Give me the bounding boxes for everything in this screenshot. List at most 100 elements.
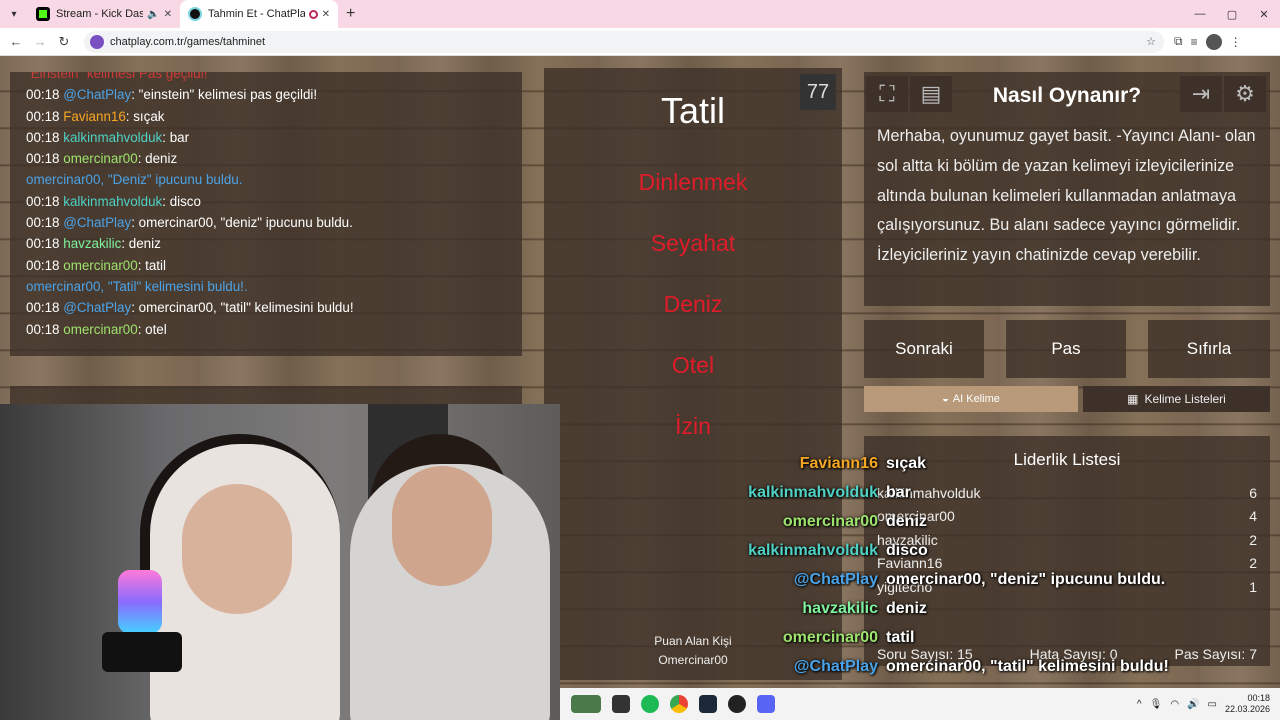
obs-icon[interactable] <box>728 695 746 713</box>
chat-text: : otel <box>137 321 167 337</box>
chat-text: "Deniz" ipucunu buldu. <box>104 172 243 188</box>
taboo-word: Otel <box>671 352 715 378</box>
chat-text: : bar <box>162 129 190 145</box>
forward-icon[interactable]: → <box>28 34 52 49</box>
clock[interactable]: 00:18 22.03.2026 <box>1225 693 1270 715</box>
bookmark-star-icon[interactable]: ☆ <box>1146 35 1156 48</box>
overlay-username: havzakilic <box>802 600 878 617</box>
spotify-icon[interactable] <box>641 695 659 713</box>
overlay-username: Faviann16 <box>799 455 878 472</box>
chat-text: "Tatil" kelimesini buldu!. <box>104 278 248 294</box>
chat-username[interactable]: @ChatPlay <box>63 87 131 102</box>
chat-text: : disco <box>162 193 201 209</box>
tray-chevron-icon[interactable]: ^ <box>1137 699 1142 710</box>
overlay-username: kalkinmahvolduk <box>748 484 878 501</box>
close-button[interactable]: ✕ <box>1248 8 1280 21</box>
chat-text: : sıçak <box>125 108 165 124</box>
wifi-icon[interactable]: ◠ <box>1170 699 1179 710</box>
discord-icon[interactable] <box>757 695 775 713</box>
next-button[interactable]: Sonraki <box>864 320 984 378</box>
chat-username[interactable]: @ChatPlay <box>63 300 131 315</box>
chat-username[interactable]: @ChatPlay <box>63 215 131 230</box>
help-text: Merhaba, oyunumuz gayet basit. -Yayıncı … <box>877 127 1256 265</box>
chat-username[interactable]: omercinar00 <box>63 322 137 337</box>
ai-icon: ◒ <box>942 393 949 405</box>
overlay-chat-line: omercinar00 tatil <box>560 628 1200 648</box>
kick-favicon-icon <box>36 7 50 21</box>
chat-username[interactable]: omercinar00 <box>63 258 137 273</box>
window-controls: — ▢ ✕ <box>1184 0 1280 28</box>
lamp-image <box>118 570 162 634</box>
maximize-button[interactable]: ▢ <box>1216 8 1248 21</box>
ai-word-label: AI Kelime <box>952 393 1000 405</box>
menu-icon[interactable]: ⋮ <box>1230 35 1242 49</box>
widget-icon[interactable] <box>571 695 601 713</box>
chat-username[interactable]: kalkinmahvolduk <box>63 194 162 209</box>
site-info-icon[interactable] <box>90 34 104 49</box>
chatplay-favicon-icon <box>188 7 202 21</box>
extensions-icon[interactable]: ⧉ <box>1174 34 1183 49</box>
chrome-icon[interactable] <box>670 695 688 713</box>
chat-text: : deniz <box>121 236 161 252</box>
fullscreen-icon[interactable]: ⛶ <box>866 76 908 112</box>
chat-username[interactable]: havzakilic <box>63 236 121 251</box>
media-icon[interactable]: ≡ <box>1191 35 1198 49</box>
chat-username[interactable]: omercinar00, <box>26 172 104 187</box>
chat-username[interactable]: omercinar00, <box>26 279 104 294</box>
chat-message: 00:18 omercinar00: tatil <box>26 257 166 273</box>
tab-search-icon[interactable]: ▾ <box>0 0 28 28</box>
help-title: Nasıl Oynanır? <box>992 84 1142 107</box>
list-icon: ▦ <box>1127 392 1139 406</box>
tab-chatplay[interactable]: Tahmin Et - ChatPlay ✕ <box>180 0 338 28</box>
folder-icon[interactable] <box>612 695 630 713</box>
overlay-username: omercinar00 <box>782 629 878 646</box>
chat-message: 00:18 havzakilic: deniz <box>26 236 161 252</box>
chat-line-cut: "Einstein" kelimesi Pas geçildi! <box>26 72 208 81</box>
ai-word-button[interactable]: ◒ AI Kelime <box>864 386 1078 412</box>
taboo-word: Deniz <box>663 291 723 317</box>
chat-username[interactable]: Faviann16 <box>63 109 126 124</box>
pass-button[interactable]: Pas <box>1006 320 1126 378</box>
tab-kick-dashboard[interactable]: Stream - Kick Dashboard 🔈 ✕ <box>28 0 180 28</box>
streamer-panel <box>10 386 522 406</box>
taboo-word: Seyahat <box>650 230 736 256</box>
overlay-username: kalkinmahvolduk <box>748 542 878 559</box>
overlay-chat-line: @ChatPlay omercinar00, "deniz" ipucunu bu… <box>560 570 1200 590</box>
exit-icon[interactable]: ⇥ <box>1180 76 1222 112</box>
tab-close-icon[interactable]: ✕ <box>164 9 172 20</box>
gear-icon[interactable]: ⚙ <box>1224 76 1266 112</box>
word-lists-button[interactable]: ▦ Kelime Listeleri <box>1083 386 1270 412</box>
chat-system-message: omercinar00, "Deniz" ipucunu buldu. <box>26 169 506 190</box>
notes-icon[interactable]: ▤ <box>910 76 952 112</box>
chat-username[interactable]: kalkinmahvolduk <box>63 130 162 145</box>
volume-icon[interactable]: 🔊 <box>1187 699 1199 710</box>
overlay-message: tatil <box>886 629 915 646</box>
reload-icon[interactable]: ↻ <box>52 34 76 50</box>
minimize-button[interactable]: — <box>1184 8 1216 20</box>
overlay-chat-line: Faviann16 sıçak <box>560 454 1200 474</box>
chat-text: : tatil <box>137 257 166 273</box>
battery-icon[interactable]: ▭ <box>1208 699 1217 710</box>
reset-button[interactable]: Sıfırla <box>1148 320 1270 378</box>
chat-text: : "einstein" kelimesi pas geçildi! <box>131 87 318 103</box>
overlay-chat-line: omercinar00 deniz <box>560 512 1200 532</box>
overlay-message: omercinar00, "tatil" kelimesini buldu! <box>886 658 1169 675</box>
steam-icon[interactable] <box>699 695 717 713</box>
chat-panel: "Einstein" kelimesi Pas geçildi! 00:18 @… <box>10 72 522 356</box>
overlay-chat-line: @ChatPlay omercinar00, "tatil" kelimesini… <box>560 657 1200 677</box>
chat-message: 00:18 omercinar00: otel <box>26 321 167 337</box>
mic-icon[interactable]: 🎙 <box>1150 699 1163 710</box>
chat-messages: 00:18 @ChatPlay: "einstein" kelimesi pas… <box>26 84 506 340</box>
taskbar: ^ 🎙 ◠ 🔊 ▭ 00:18 22.03.2026 <box>560 688 1280 720</box>
chat-message: 00:18 kalkinmahvolduk: bar <box>26 129 190 145</box>
new-tab-button[interactable]: + <box>346 5 355 23</box>
chat-message: 00:18 @ChatPlay: "einstein" kelimesi pas… <box>26 87 318 103</box>
back-icon[interactable]: ← <box>4 34 28 49</box>
tab-close-icon[interactable]: ✕ <box>322 9 330 20</box>
tab-title: Stream - Kick Dashboard <box>56 8 144 20</box>
chat-username[interactable]: omercinar00 <box>63 151 137 166</box>
url-field[interactable]: chatplay.com.tr/games/tahminet ☆ <box>84 30 1164 53</box>
speaker-icon[interactable]: 🔈 <box>147 9 159 20</box>
profile-avatar[interactable] <box>1205 33 1222 50</box>
chat-message: 00:18 @ChatPlay: omercinar00, "tatil" ke… <box>26 300 354 316</box>
